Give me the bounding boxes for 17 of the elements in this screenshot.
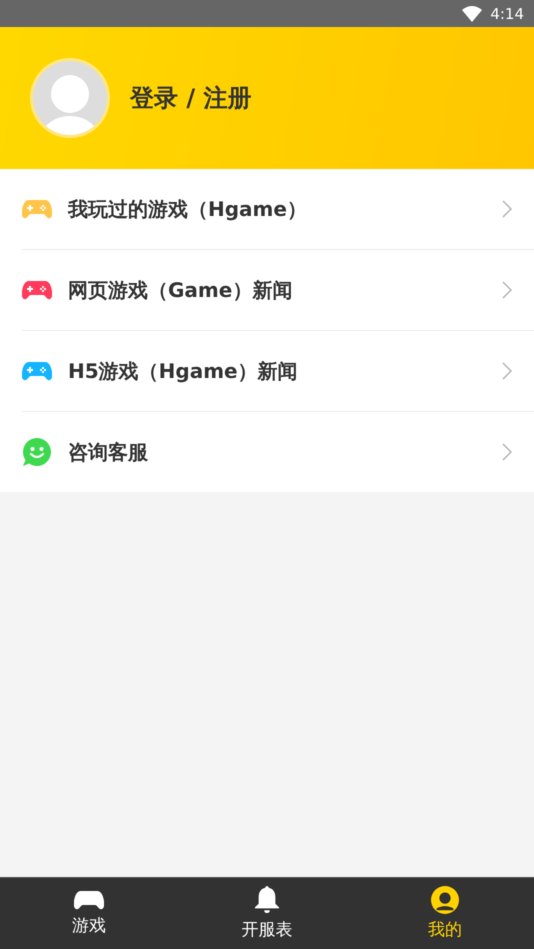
bell-icon [254, 886, 280, 914]
menu-item[interactable]: 我玩过的游戏（Hgame） [68, 196, 486, 222]
chevron-icon [502, 281, 512, 299]
menu-item[interactable]: 咨询客服 [68, 438, 486, 466]
chevron-icon [502, 443, 512, 461]
tab-item[interactable]: 我的 [356, 878, 534, 949]
chevron-icon [502, 362, 512, 380]
menu-item[interactable]: H5游戏（Hgame）新闻 [68, 358, 486, 384]
user-icon [431, 886, 459, 914]
tab-item[interactable]: 游戏 [0, 878, 178, 949]
status-time: 4:14 [490, 4, 524, 22]
gamepad-icon [74, 890, 104, 910]
tab-item[interactable]: 开服表 [178, 878, 356, 949]
chevron-icon [502, 200, 512, 218]
wifi-icon [462, 6, 482, 22]
menu-item[interactable]: 网页游戏（Game）新闻 [68, 276, 486, 304]
login-register-link[interactable]: 登录 / 注册 [130, 82, 252, 114]
